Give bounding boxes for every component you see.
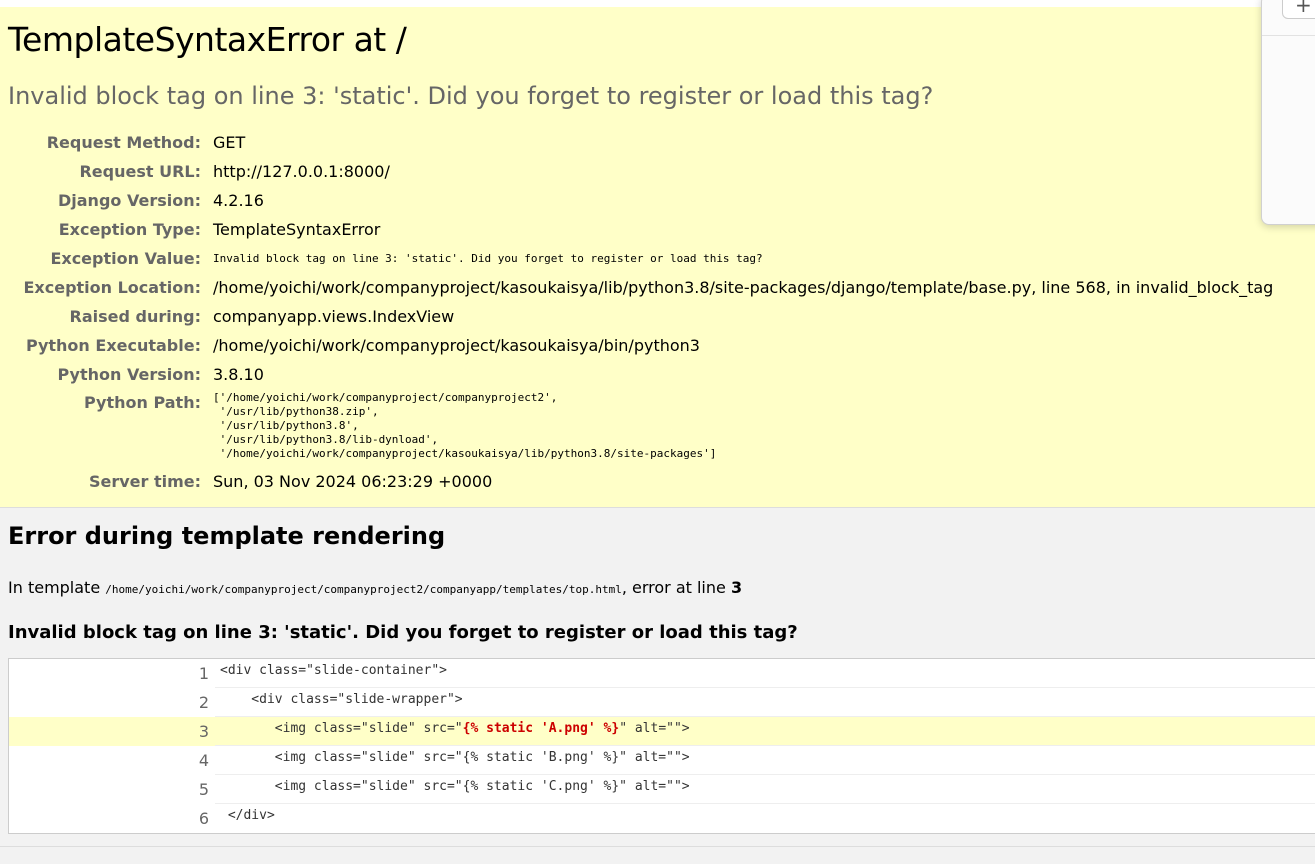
- python-path-entry: ['/home/yoichi/work/companyproject/compa…: [213, 391, 558, 404]
- add-button[interactable]: +: [1282, 0, 1315, 19]
- line-number: 4: [198, 751, 209, 770]
- meta-row-raised-during: Raised during: companyapp.views.IndexVie…: [0, 302, 1273, 331]
- meta-label: Exception Value:: [50, 249, 201, 268]
- error-at-line-text: , error at line: [621, 578, 731, 597]
- line-code: <div class="slide-container">: [220, 663, 447, 678]
- meta-label: Python Path:: [84, 393, 201, 412]
- meta-label: Exception Type:: [58, 220, 201, 239]
- source-line: 5 <img class="slide" src="{% static 'C.p…: [9, 775, 1315, 804]
- line-number: 3: [198, 722, 209, 741]
- source-line: 1 <div class="slide-container">: [9, 659, 1315, 688]
- line-code: <img class="slide" src="{% static 'B.png…: [220, 750, 690, 765]
- error-line-number: 3: [730, 578, 743, 597]
- source-line-current: 3 <img class="slide" src="{% static 'A.p…: [9, 717, 1315, 746]
- meta-value-raised-during: companyapp.views.IndexView: [213, 307, 455, 326]
- meta-value-request-method: GET: [213, 133, 246, 152]
- template-path: /home/yoichi/work/companyproject/company…: [105, 583, 622, 596]
- line-number: 5: [198, 780, 209, 799]
- python-path-entry: '/usr/lib/python38.zip',: [213, 405, 379, 418]
- python-path-entry: '/home/yoichi/work/companyproject/kasouk…: [213, 447, 717, 460]
- meta-value-server-time: Sun, 03 Nov 2024 06:23:29 +0000: [213, 472, 493, 491]
- exception-message: Invalid block tag on line 3: 'static'. D…: [8, 82, 934, 110]
- template-error-message: Invalid block tag on line 3: 'static'. D…: [8, 622, 798, 643]
- meta-value-exception-value: Invalid block tag on line 3: 'static'. D…: [213, 252, 763, 265]
- line-code: <img class="slide" src="{% static 'C.png…: [220, 779, 690, 794]
- source-line: 2 <div class="slide-wrapper">: [9, 688, 1315, 717]
- code-after: " alt="">: [619, 721, 690, 736]
- meta-row-exception-value: Exception Value: Invalid block tag on li…: [0, 244, 1273, 273]
- meta-value-request-url: http://127.0.0.1:8000/: [213, 162, 390, 181]
- in-template-prefix: In template: [8, 578, 106, 597]
- meta-row-exception-type: Exception Type: TemplateSyntaxError: [0, 215, 1273, 244]
- meta-row-request-method: Request Method: GET: [0, 128, 1273, 157]
- source-line: 4 <img class="slide" src="{% static 'B.p…: [9, 746, 1315, 775]
- meta-label: Request URL:: [79, 162, 201, 181]
- section-divider: [0, 846, 1315, 847]
- meta-value-exception-location: /home/yoichi/work/companyproject/kasouka…: [213, 278, 1274, 297]
- code-before: <img class="slide" src=": [220, 721, 463, 736]
- meta-row-python-version: Python Version: 3.8.10: [0, 360, 1273, 389]
- meta-label: Django Version:: [57, 191, 201, 210]
- overlay-popup-panel[interactable]: +: [1261, 0, 1315, 225]
- line-code: <img class="slide" src="{% static 'A.png…: [220, 721, 690, 736]
- top-strip: [0, 0, 1315, 7]
- python-path-entry: '/usr/lib/python3.8',: [213, 419, 359, 432]
- line-number: 2: [198, 693, 209, 712]
- line-number: 1: [198, 664, 209, 683]
- meta-label: Python Executable:: [25, 336, 201, 355]
- source-line: 6 </div>: [9, 804, 1315, 833]
- error-summary: TemplateSyntaxError at / Invalid block t…: [0, 7, 1315, 508]
- meta-label: Server time:: [88, 472, 201, 491]
- meta-label: Request Method:: [46, 133, 201, 152]
- page-title: TemplateSyntaxError at /: [8, 20, 407, 59]
- meta-label: Raised during:: [69, 307, 201, 326]
- popup-divider: [1262, 35, 1315, 36]
- meta-row-python-executable: Python Executable: /home/yoichi/work/com…: [0, 331, 1273, 360]
- python-path-entry: '/usr/lib/python3.8/lib-dynload',: [213, 433, 439, 446]
- meta-value-python-version: 3.8.10: [213, 365, 264, 384]
- line-code: <div class="slide-wrapper">: [220, 692, 463, 707]
- line-number: 6: [198, 809, 209, 828]
- meta-label: Python Version:: [57, 365, 201, 384]
- meta-row-server-time: Server time: Sun, 03 Nov 2024 06:23:29 +…: [0, 467, 1273, 496]
- template-source-table: 1 <div class="slide-container"> 2 <div c…: [8, 658, 1315, 834]
- meta-value-django-version: 4.2.16: [213, 191, 264, 210]
- meta-row-django-version: Django Version: 4.2.16: [0, 186, 1273, 215]
- request-meta-table: Request Method: GET Request URL: http://…: [0, 128, 1273, 496]
- meta-value-python-executable: /home/yoichi/work/companyproject/kasouka…: [213, 336, 700, 355]
- meta-value-python-path: ['/home/yoichi/work/companyproject/compa…: [207, 389, 1273, 467]
- template-location-line: In template /home/yoichi/work/companypro…: [8, 578, 742, 597]
- template-error-heading: Error during template rendering: [8, 522, 446, 550]
- python-path-list: ['/home/yoichi/work/companyproject/compa…: [213, 391, 1273, 461]
- meta-row-exception-location: Exception Location: /home/yoichi/work/co…: [0, 273, 1273, 302]
- meta-label: Exception Location:: [23, 278, 201, 297]
- meta-value-exception-type: TemplateSyntaxError: [213, 220, 381, 239]
- code-error-highlight: {% static 'A.png' %}: [462, 721, 620, 736]
- line-code: </div>: [220, 808, 275, 823]
- plus-icon: +: [1295, 0, 1312, 17]
- meta-row-request-url: Request URL: http://127.0.0.1:8000/: [0, 157, 1273, 186]
- meta-row-python-path: Python Path: ['/home/yoichi/work/company…: [0, 389, 1273, 467]
